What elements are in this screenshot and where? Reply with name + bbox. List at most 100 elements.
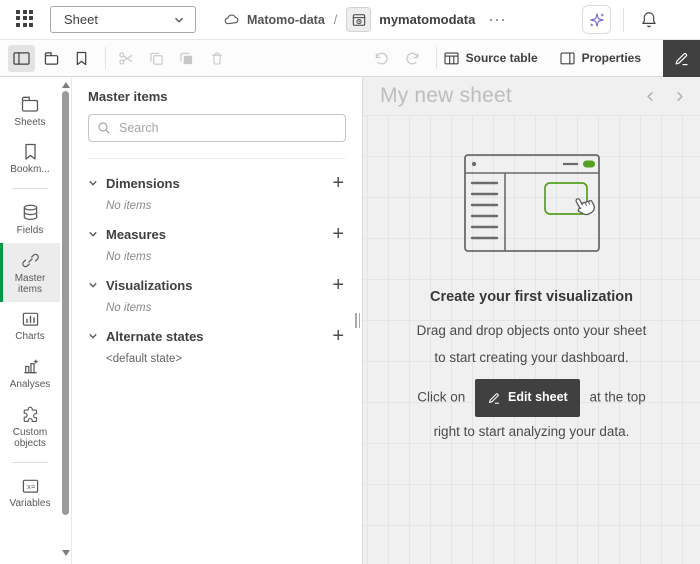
analyses-icon: [23, 359, 38, 374]
topbar-divider: [623, 7, 624, 32]
redo-icon: [406, 52, 419, 65]
app-launcher-icon[interactable]: [16, 9, 36, 30]
section-label: Visualizations: [106, 277, 193, 293]
section-label: Alternate states: [106, 328, 204, 344]
sidebar-item-label: Master items: [14, 273, 46, 295]
chevron-down-icon: [88, 331, 106, 341]
app-glyph-icon: [352, 13, 365, 26]
sidebar-item-label: Charts: [15, 331, 45, 342]
sidebar-item-label: Fields: [16, 225, 44, 236]
section-measures-header[interactable]: Measures +: [88, 222, 346, 246]
previous-sheet-button[interactable]: [644, 90, 657, 103]
toolbar-divider: [105, 47, 106, 69]
rail-divider: [12, 188, 48, 189]
chevron-down-icon: [88, 178, 106, 188]
sheet-icon: [44, 51, 59, 65]
bookmarks-button[interactable]: [68, 45, 95, 72]
sheets-icon: [21, 96, 39, 112]
next-sheet-button[interactable]: [673, 90, 686, 103]
panel-title: Master items: [88, 89, 168, 104]
undo-icon: [375, 52, 388, 65]
sidebar-item-master-items[interactable]: Master items: [0, 243, 60, 302]
default-state-item: <default state>: [106, 353, 183, 365]
scroll-up-arrow[interactable]: [62, 82, 70, 88]
app-name: mymatomodata: [379, 12, 476, 27]
copy-button[interactable]: [143, 45, 170, 72]
master-items-panel: Master items Dimensions + No items: [72, 77, 363, 564]
section-dimensions: Dimensions + No items: [88, 171, 346, 212]
empty-state-illustration: [463, 154, 600, 252]
space-name[interactable]: Matomo-data: [247, 13, 325, 27]
cut-button[interactable]: [113, 45, 140, 72]
delete-button[interactable]: [203, 45, 230, 72]
copy-icon: [150, 52, 163, 65]
scrollbar-thumb[interactable]: [62, 91, 69, 515]
empty-state: Create your first visualization Drag and…: [403, 145, 661, 446]
svg-text:x=: x=: [26, 482, 35, 491]
pencil-icon: [675, 52, 688, 65]
properties-button[interactable]: Properties: [560, 51, 641, 65]
app-icon[interactable]: [346, 7, 372, 32]
breadcrumb: Matomo-data / mymatomodata ···: [224, 7, 507, 32]
bell-icon: [642, 12, 656, 28]
panel-left-icon: [13, 51, 30, 65]
section-dimensions-header[interactable]: Dimensions +: [88, 171, 346, 195]
sidebar-item-charts[interactable]: Charts: [0, 302, 60, 349]
redo-button[interactable]: [399, 45, 426, 72]
add-dimension-button[interactable]: +: [330, 173, 346, 193]
section-visualizations: Visualizations + No items: [88, 273, 346, 314]
section-empty-text: No items: [106, 302, 152, 314]
top-bar: Sheet Matomo-data / mymatomodata ···: [0, 0, 700, 40]
paste-icon: [180, 52, 193, 64]
sidebar-item-sheets[interactable]: Sheets: [0, 87, 60, 135]
variables-icon: x=: [22, 479, 38, 493]
sidebar-item-label: Variables: [9, 498, 51, 509]
add-measure-button[interactable]: +: [330, 224, 346, 244]
toolbar-divider: [435, 47, 437, 69]
sidebar-item-label: Sheets: [14, 117, 46, 128]
cloud-space-icon: [224, 14, 239, 25]
notifications-button[interactable]: [636, 7, 662, 33]
edit-sheet-inline-button[interactable]: Edit sheet: [474, 379, 580, 417]
rail-divider: [12, 462, 48, 463]
source-table-button[interactable]: Source table: [444, 51, 538, 65]
add-visualization-button[interactable]: +: [330, 275, 346, 295]
section-empty-text: No items: [106, 251, 152, 263]
section-alternate-states-header[interactable]: Alternate states +: [88, 324, 346, 348]
edit-sheet-inline-label: Edit sheet: [507, 390, 568, 404]
database-icon: [23, 204, 37, 220]
sidebar-item-label: Bookm...: [10, 164, 50, 175]
sidebar-item-custom-objects[interactable]: Custom objects: [0, 397, 60, 456]
pencil-icon: [489, 392, 499, 404]
undo-button[interactable]: [369, 45, 396, 72]
sidebar-item-bookmarks[interactable]: Bookm...: [0, 135, 60, 182]
sidebar-item-analyses[interactable]: Analyses: [0, 349, 60, 397]
paste-button[interactable]: [173, 45, 200, 72]
sidebar-scrollbar[interactable]: [60, 77, 72, 564]
source-table-label: Source table: [465, 51, 538, 65]
left-rail: Sheets Bookm... Fields Master items Char…: [0, 77, 60, 564]
toggle-assets-panel-button[interactable]: [8, 44, 35, 72]
scroll-down-arrow[interactable]: [62, 550, 70, 556]
sidebar-item-fields[interactable]: Fields: [0, 195, 60, 243]
sheet-selector[interactable]: Sheet: [50, 6, 196, 33]
sidebar-item-label: Analyses: [9, 379, 51, 390]
empty-state-description: Drag and drop objects onto your sheet to…: [416, 323, 647, 365]
sidebar-item-variables[interactable]: x= Variables: [0, 469, 60, 516]
edit-sheet-toolbar-button[interactable]: [663, 39, 700, 77]
sheet-selector-label: Sheet: [64, 12, 98, 27]
sheet-canvas: Create your first visualization Drag and…: [363, 115, 700, 564]
section-alternate-states: Alternate states + <default state>: [88, 324, 346, 365]
section-label: Measures: [106, 226, 166, 242]
section-visualizations-header[interactable]: Visualizations +: [88, 273, 346, 297]
add-alternate-state-button[interactable]: +: [330, 326, 346, 346]
panel-resize-handle[interactable]: [355, 312, 360, 328]
new-sheet-button[interactable]: [38, 45, 65, 72]
search-input[interactable]: [88, 114, 346, 142]
scissors-icon: [119, 51, 133, 65]
ai-assistant-button[interactable]: [582, 5, 611, 34]
section-label: Dimensions: [106, 175, 180, 191]
app-more-options-button[interactable]: ···: [489, 13, 507, 27]
chevron-left-icon: [647, 91, 653, 101]
sidebar-item-label: Custom objects: [12, 427, 48, 449]
